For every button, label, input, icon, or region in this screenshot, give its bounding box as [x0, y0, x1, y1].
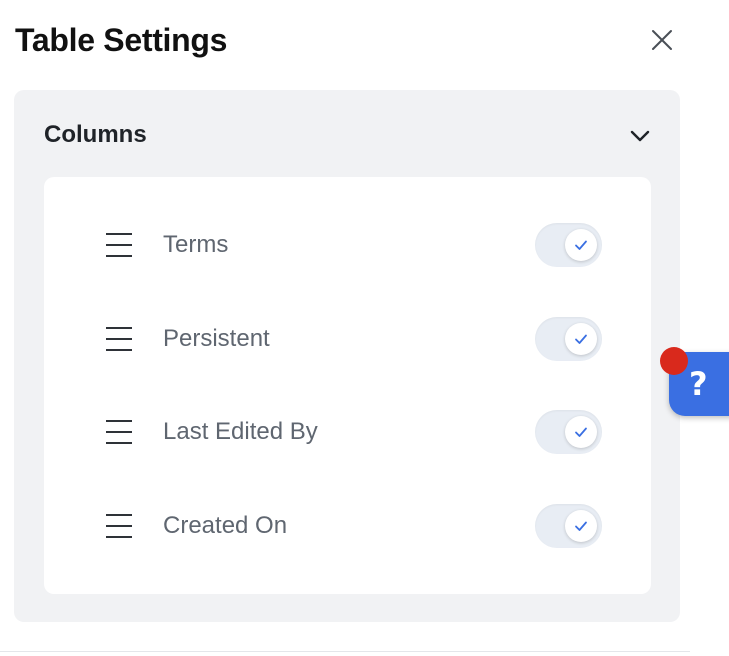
toggle-knob [565, 416, 597, 448]
column-row-persistent: Persistent [44, 309, 651, 369]
checkmark-icon [575, 521, 587, 531]
checkmark-icon [575, 334, 587, 344]
toggle-knob [565, 510, 597, 542]
checkmark-icon [575, 240, 587, 250]
help-icon: ? [689, 365, 708, 403]
drag-handle-icon[interactable] [106, 232, 132, 258]
close-icon [652, 30, 672, 50]
columns-panel-title: Columns [44, 121, 147, 148]
column-row-created-on: Created On [44, 496, 651, 556]
column-label: Terms [163, 231, 229, 258]
drag-handle-icon[interactable] [106, 513, 132, 539]
toggle-knob [565, 323, 597, 355]
dialog-title: Table Settings [15, 22, 228, 58]
columns-panel-header[interactable]: Columns [14, 90, 680, 178]
column-row-terms: Terms [44, 215, 651, 275]
table-settings-dialog: Table Settings Columns Terms Persistent … [0, 0, 729, 656]
drag-handle-icon[interactable] [106, 326, 132, 352]
notification-badge [660, 347, 688, 375]
columns-list: Terms Persistent Last Edited By Created … [44, 177, 651, 594]
column-visibility-toggle[interactable] [535, 410, 602, 454]
checkmark-icon [575, 427, 587, 437]
column-row-last-edited-by: Last Edited By [44, 402, 651, 462]
chevron-down-icon [630, 130, 650, 142]
columns-panel: Columns Terms Persistent Last Edited By … [14, 90, 680, 622]
column-label: Persistent [163, 325, 270, 352]
column-visibility-toggle[interactable] [535, 504, 602, 548]
toggle-knob [565, 229, 597, 261]
column-label: Created On [163, 512, 288, 539]
column-visibility-toggle[interactable] [535, 223, 602, 267]
drag-handle-icon[interactable] [106, 419, 132, 445]
close-button[interactable] [646, 24, 678, 56]
column-label: Last Edited By [163, 418, 318, 445]
divider [0, 651, 690, 652]
column-visibility-toggle[interactable] [535, 317, 602, 361]
